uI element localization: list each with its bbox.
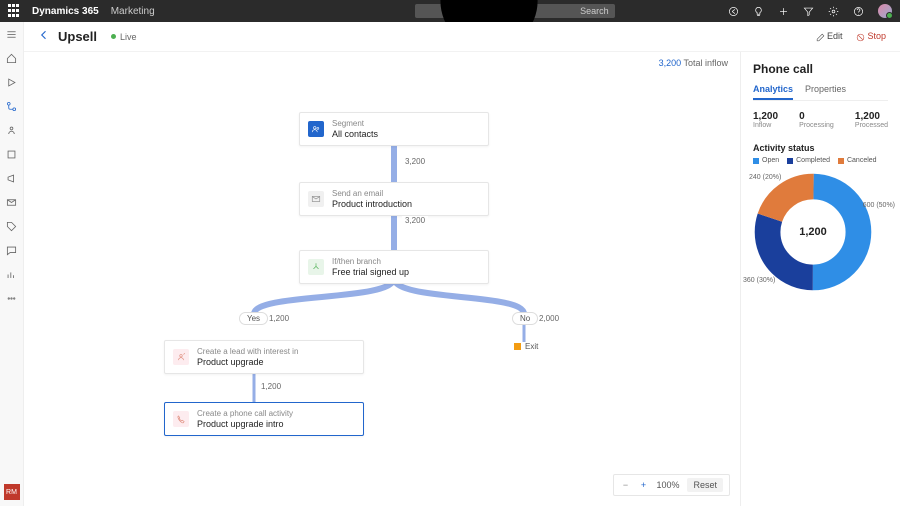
nav-chart-icon[interactable] bbox=[6, 268, 18, 280]
status-text: Live bbox=[120, 32, 137, 42]
edge-count-3: 1,200 bbox=[258, 382, 284, 391]
page-header: Upsell Live Edit Stop bbox=[24, 22, 900, 52]
total-inflow: 3,200 Total inflow bbox=[659, 58, 728, 68]
stop-button[interactable]: Stop bbox=[856, 31, 886, 41]
tab-analytics[interactable]: Analytics bbox=[753, 84, 793, 100]
no-count: 2,000 bbox=[539, 314, 559, 323]
nav-chat-icon[interactable] bbox=[6, 244, 18, 256]
node-lead[interactable]: Create a lead with interest inProduct up… bbox=[164, 340, 364, 374]
donut-label-open: 600 (50%) bbox=[863, 202, 895, 209]
gear-icon[interactable] bbox=[828, 6, 839, 17]
edit-button[interactable]: Edit bbox=[816, 31, 843, 41]
nav-box-icon[interactable] bbox=[6, 148, 18, 160]
search-placeholder: Search bbox=[580, 6, 609, 16]
legend-open: Open bbox=[753, 157, 779, 164]
stat-processed: 1,200Processed bbox=[855, 111, 888, 129]
donut-label-completed: 360 (30%) bbox=[743, 277, 775, 284]
topbar-actions bbox=[728, 4, 892, 18]
node-email[interactable]: Send an emailProduct introduction bbox=[299, 182, 489, 216]
panel-title: Phone call bbox=[753, 62, 888, 76]
page-title: Upsell bbox=[58, 29, 97, 44]
zoom-controls: − + 100% Reset bbox=[613, 474, 730, 496]
no-pill: No bbox=[512, 312, 538, 325]
node-phone[interactable]: Create a phone call activityProduct upgr… bbox=[164, 402, 364, 436]
filter-icon[interactable] bbox=[803, 6, 814, 17]
side-panel: Phone call Analytics Properties 1,200Inf… bbox=[740, 52, 900, 506]
plus-icon[interactable] bbox=[778, 6, 789, 17]
user-avatar[interactable] bbox=[878, 4, 892, 18]
back-button[interactable] bbox=[38, 28, 50, 46]
edge-count-2: 3,200 bbox=[402, 216, 428, 225]
exit-icon bbox=[514, 343, 521, 350]
module-label[interactable]: Marketing bbox=[111, 6, 155, 17]
nav-play-icon[interactable] bbox=[6, 76, 18, 88]
share-icon[interactable] bbox=[728, 6, 739, 17]
branch-icon bbox=[308, 259, 324, 275]
nav-menu-icon[interactable] bbox=[6, 28, 18, 40]
zoom-in-button[interactable]: + bbox=[638, 480, 648, 490]
edge-count-1: 3,200 bbox=[402, 157, 428, 166]
people-icon bbox=[308, 121, 324, 137]
nav-badge[interactable]: RM bbox=[4, 484, 20, 500]
app-launcher-icon[interactable] bbox=[8, 4, 22, 18]
legend-canceled: Canceled bbox=[838, 157, 877, 164]
lightbulb-icon[interactable] bbox=[753, 6, 764, 17]
stat-processing: 0Processing bbox=[799, 111, 834, 129]
page: Upsell Live Edit Stop 3,200 Total inflow… bbox=[24, 22, 900, 506]
status-dot bbox=[111, 34, 116, 39]
yes-count: 1,200 bbox=[269, 314, 289, 323]
nav-mail-icon[interactable] bbox=[6, 196, 18, 208]
nav-people-icon[interactable] bbox=[6, 124, 18, 136]
help-icon[interactable] bbox=[853, 6, 864, 17]
zoom-out-button[interactable]: − bbox=[620, 480, 630, 490]
lead-icon bbox=[173, 349, 189, 365]
global-search-input[interactable]: Search bbox=[415, 4, 615, 18]
chart-legend: Open Completed Canceled bbox=[753, 157, 888, 164]
phone-icon bbox=[173, 411, 189, 427]
nav-home-icon[interactable] bbox=[6, 52, 18, 64]
zoom-value: 100% bbox=[656, 480, 679, 490]
mail-icon bbox=[308, 191, 324, 207]
yes-pill: Yes bbox=[239, 312, 268, 325]
legend-completed: Completed bbox=[787, 157, 830, 164]
activity-status-heading: Activity status bbox=[753, 143, 888, 153]
tab-properties[interactable]: Properties bbox=[805, 84, 846, 100]
nav-tag-icon[interactable] bbox=[6, 220, 18, 232]
donut-chart: 1,200 600 (50%) 360 (30%) 240 (20%) bbox=[753, 172, 873, 292]
journey-canvas[interactable]: 3,200 Total inflow SegmentAll contacts 3… bbox=[24, 52, 740, 506]
nav-journey-icon[interactable] bbox=[6, 100, 18, 112]
stat-inflow: 1,200Inflow bbox=[753, 111, 778, 129]
global-topbar: Dynamics 365 Marketing Search bbox=[0, 0, 900, 22]
donut-center-value: 1,200 bbox=[799, 226, 827, 238]
node-segment[interactable]: SegmentAll contacts bbox=[299, 112, 489, 146]
nav-more-icon[interactable] bbox=[6, 292, 18, 304]
panel-tabs: Analytics Properties bbox=[753, 84, 888, 101]
nav-megaphone-icon[interactable] bbox=[6, 172, 18, 184]
exit-node[interactable]: Exit bbox=[514, 342, 538, 351]
donut-label-canceled: 240 (20%) bbox=[749, 174, 781, 181]
zoom-reset-button[interactable]: Reset bbox=[687, 478, 723, 492]
stats-row: 1,200Inflow 0Processing 1,200Processed bbox=[753, 111, 888, 129]
left-nav: RM bbox=[0, 22, 24, 506]
brand-label: Dynamics 365 bbox=[32, 6, 99, 17]
node-branch[interactable]: If/then branchFree trial signed up bbox=[299, 250, 489, 284]
